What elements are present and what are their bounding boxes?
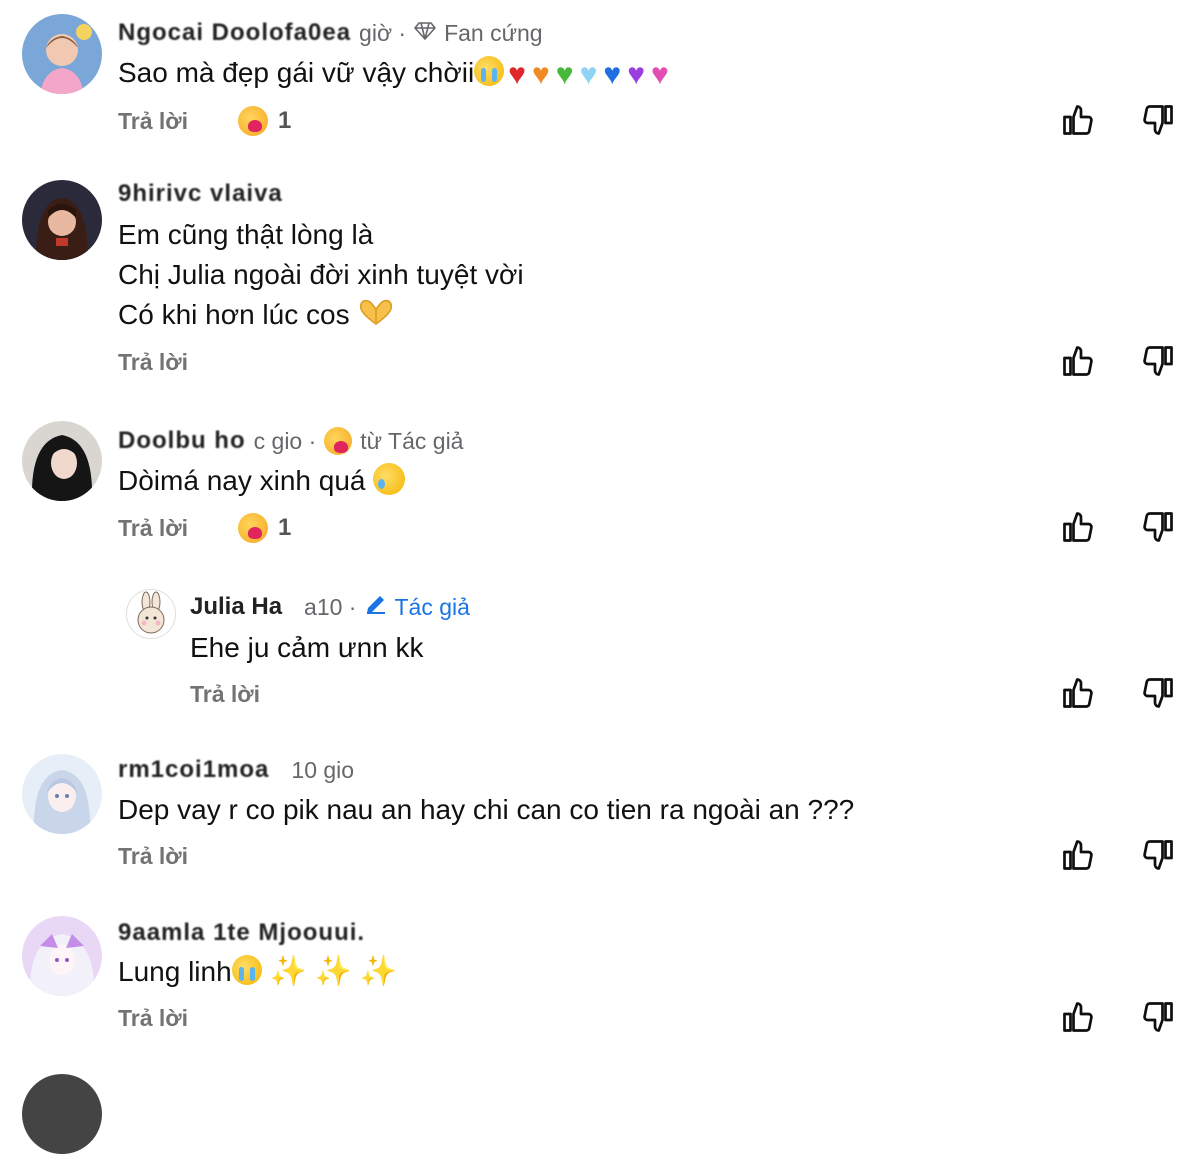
pink-heart-icon: ♥ xyxy=(651,57,669,91)
comment-text-line: Dep vay r co pik nau an hay chi can co t… xyxy=(118,794,855,825)
hug-reaction-icon xyxy=(238,513,268,543)
thumbs-down-icon[interactable] xyxy=(1140,509,1176,545)
pencil-icon xyxy=(364,592,388,622)
thumbs-down-icon[interactable] xyxy=(1140,343,1176,379)
comment-text: Dep vay r co pik nau an hay chi can co t… xyxy=(118,790,854,830)
comment-text: Sao mà đẹp gái vữ vậy chờii ♥ ♥ ♥ ♥ ♥ ♥ … xyxy=(118,53,669,95)
hug-reaction-icon xyxy=(324,427,353,455)
author-name[interactable]: rm1coi1moa xyxy=(118,756,269,784)
hug-reaction-icon xyxy=(238,106,268,136)
comment-meta: rm1coi1moa 10 gio xyxy=(118,753,354,787)
timestamp: c gio · xyxy=(253,427,317,454)
thumbs-up-icon[interactable] xyxy=(1060,675,1096,711)
reaction-count: 1 xyxy=(278,514,292,541)
comment-meta: 9aamla 1te Mjoouui. xyxy=(118,916,365,950)
timestamp: 10 gio xyxy=(291,756,355,783)
avatar[interactable] xyxy=(126,589,176,639)
timestamp: giờ · xyxy=(359,19,407,46)
orange-heart-icon: ♥ xyxy=(531,57,550,91)
reply-button[interactable]: Trả lời xyxy=(118,1001,188,1035)
avatar[interactable] xyxy=(22,180,102,260)
light-blue-heart-icon: ♥ xyxy=(579,57,598,91)
sparkles-icon: ✨ xyxy=(269,955,307,988)
comment-text: Dòimá nay xinh quá xyxy=(118,461,406,501)
reaction-summary[interactable]: 1 xyxy=(238,104,291,138)
comment-text: Lung linh ✨ ✨ ✨ xyxy=(118,952,397,992)
timestamp: a10 · xyxy=(304,593,357,620)
sparkles-icon: ✨ xyxy=(359,955,398,988)
reaction-count: 1 xyxy=(278,107,292,134)
comment-text-line: Chị Julia ngoài đời xinh tuyệt vời xyxy=(118,259,524,290)
comment-text: Em cũng thật lòng là Chị Julia ngoài đời… xyxy=(118,215,524,339)
author-name[interactable]: Doolbu ho xyxy=(118,427,246,455)
reaction-summary[interactable]: 1 xyxy=(238,511,291,545)
red-heart-icon: ♥ xyxy=(508,57,526,91)
thumbs-up-icon[interactable] xyxy=(1060,343,1096,379)
sparkles-icon: ✨ xyxy=(314,955,352,988)
thumbs-down-icon[interactable] xyxy=(1140,675,1176,711)
comment-meta: Ngocai Doolofa0ea giờ · Fan cứng xyxy=(118,16,543,50)
comment-text-line: Dòimá nay xinh quá xyxy=(118,465,366,496)
face-holding-back-tears-icon xyxy=(373,463,406,495)
crying-face-icon xyxy=(474,56,505,86)
comment-meta: 9hirivc vlaiva xyxy=(118,177,283,211)
comment-text: Ehe ju cảm ưnn kk xyxy=(190,628,424,668)
author-reaction-label: từ Tác giả xyxy=(360,427,464,454)
comment-text-line: Lung linh xyxy=(118,956,232,987)
purple-heart-icon: ♥ xyxy=(627,57,646,91)
comment-text-line: Ehe ju cảm ưnn kk xyxy=(190,632,424,663)
thumbs-down-icon[interactable] xyxy=(1140,999,1176,1035)
thumbs-up-icon[interactable] xyxy=(1060,509,1096,545)
crying-face-icon xyxy=(231,955,262,985)
diamond-icon xyxy=(414,20,436,47)
thumbs-up-icon[interactable] xyxy=(1060,837,1096,873)
reply-button[interactable]: Trả lời xyxy=(118,345,188,379)
green-heart-icon: ♥ xyxy=(555,57,574,91)
author-name[interactable]: 9hirivc vlaiva xyxy=(118,180,283,208)
avatar[interactable] xyxy=(22,916,102,996)
avatar[interactable] xyxy=(22,1074,102,1154)
avatar[interactable] xyxy=(22,14,102,94)
comment-text-line: Có khi hơn lúc cos xyxy=(118,299,350,330)
blue-heart-icon: ♥ xyxy=(603,57,622,91)
comment-meta: Doolbu ho c gio · từ Tác giả xyxy=(118,424,463,458)
author-name[interactable]: 9aamla 1te Mjoouui. xyxy=(118,919,365,947)
comment-text-line: Sao mà đẹp gái vữ vậy chờii xyxy=(118,57,475,88)
reply-button[interactable]: Trả lời xyxy=(118,839,188,873)
reply-button[interactable]: Trả lời xyxy=(190,677,260,711)
thumbs-down-icon[interactable] xyxy=(1140,837,1176,873)
author-tag: Tác giả xyxy=(364,592,470,622)
fan-badge-label: Fan cứng xyxy=(444,19,543,46)
author-name[interactable]: Julia Ha xyxy=(190,593,282,621)
heart-hands-icon xyxy=(357,298,395,339)
avatar[interactable] xyxy=(22,754,102,834)
author-tag-label: Tác giả xyxy=(394,593,470,620)
reply-button[interactable]: Trả lời xyxy=(118,511,188,545)
comment-text-line: Em cũng thật lòng là xyxy=(118,219,374,250)
thumbs-up-icon[interactable] xyxy=(1060,102,1096,138)
thumbs-up-icon[interactable] xyxy=(1060,999,1096,1035)
thumbs-down-icon[interactable] xyxy=(1140,102,1176,138)
avatar[interactable] xyxy=(22,421,102,501)
reply-button[interactable]: Trả lời xyxy=(118,104,188,138)
comment-meta: Julia Ha a10 · Tác giả xyxy=(190,590,470,624)
author-name[interactable]: Ngocai Doolofa0ea xyxy=(118,19,351,47)
